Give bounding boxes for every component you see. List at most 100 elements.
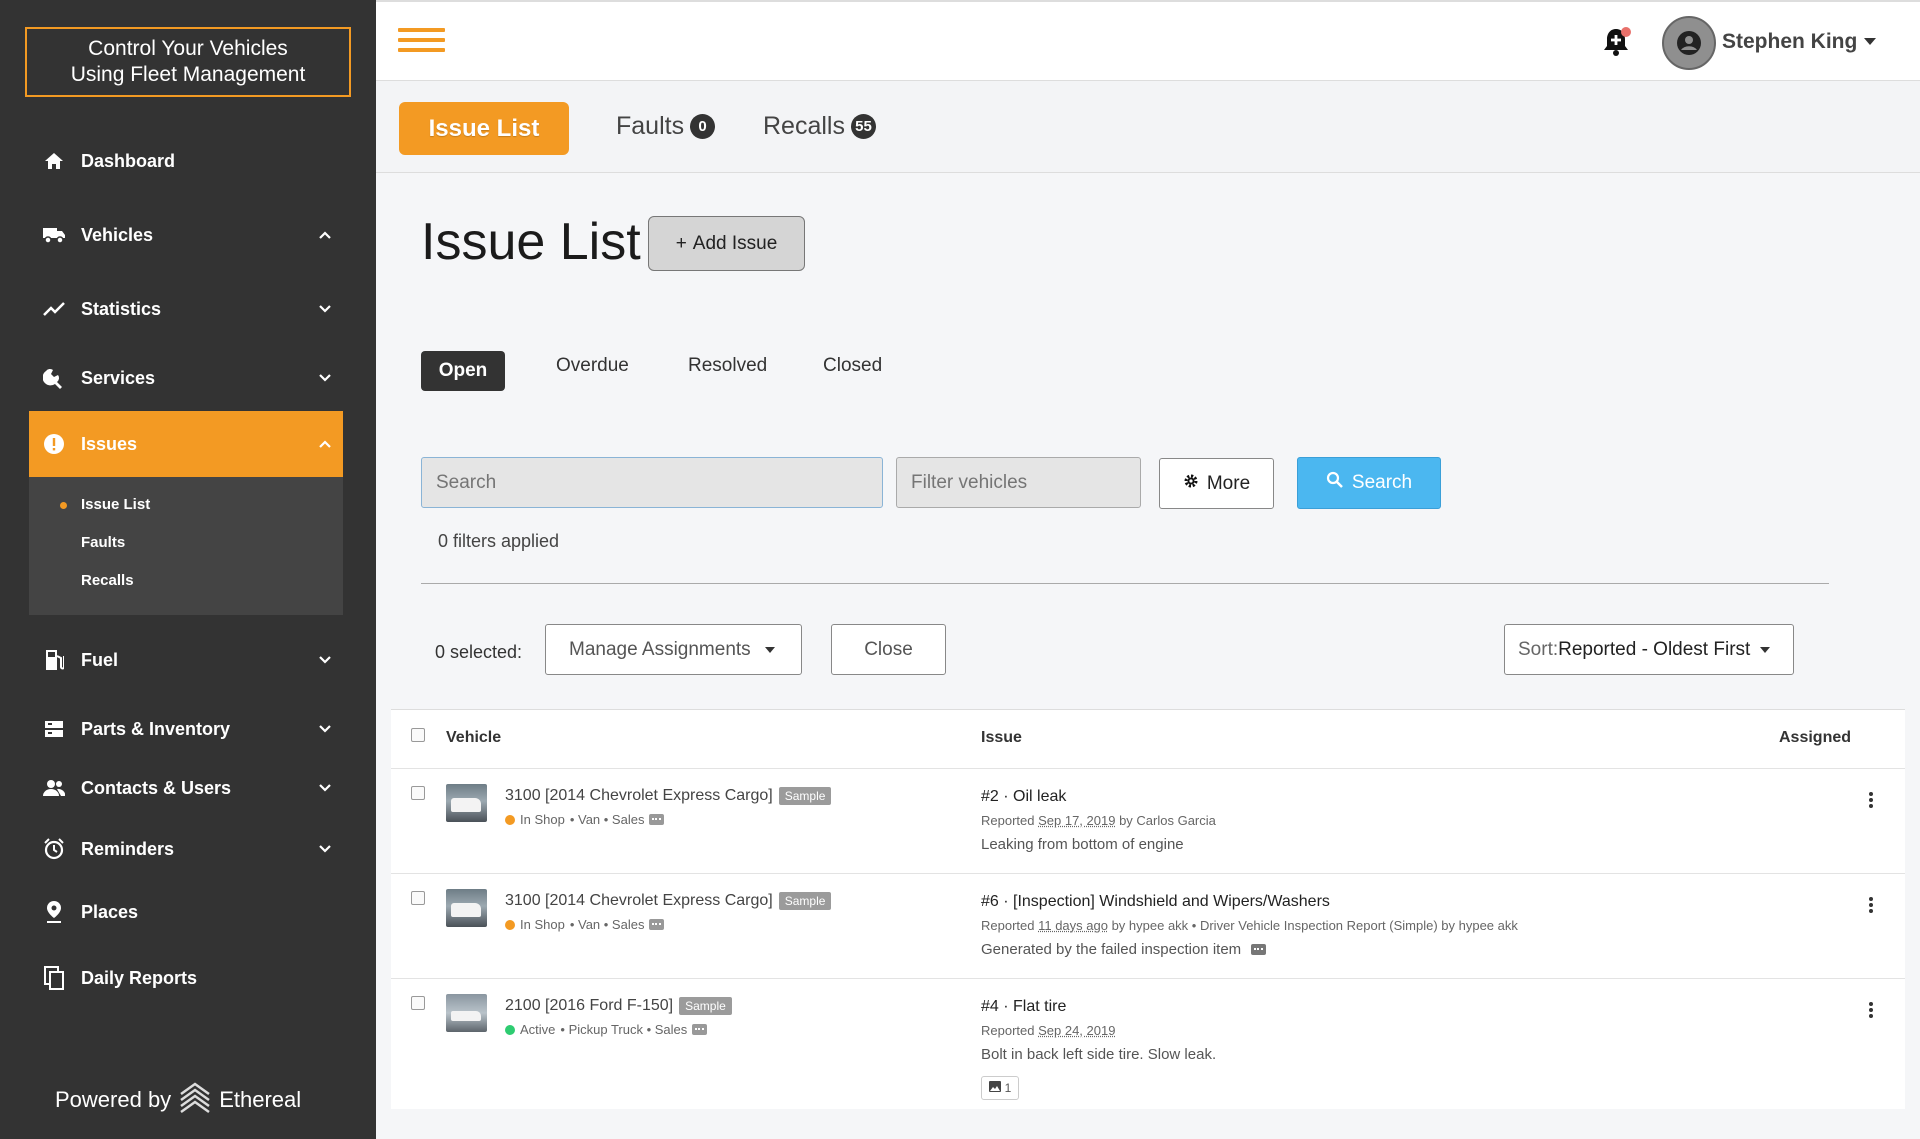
sidebar-item-label: Issues [81, 433, 138, 454]
issue-title[interactable]: #2 · Oil leak [981, 788, 1066, 806]
issue-tabbar: Issue List [376, 81, 1920, 173]
chevron-down-icon [315, 299, 335, 319]
active-dot [60, 502, 67, 509]
status-dot [505, 1024, 515, 1035]
wrench-icon [41, 365, 67, 391]
notification-bell-icon[interactable] [1600, 26, 1632, 58]
search-button[interactable]: Search [1297, 457, 1441, 509]
chevron-up-icon [315, 225, 335, 245]
fuel-pump-icon [41, 647, 67, 673]
tab-issue-list[interactable]: Issue List [399, 102, 569, 155]
users-icon [41, 775, 67, 801]
reported-prefix: Reported [981, 1023, 1039, 1038]
filter-vehicles-input[interactable] [896, 457, 1141, 508]
reported-date: 11 days ago [1038, 918, 1108, 933]
row-actions-kebab-icon[interactable] [1869, 1002, 1873, 1020]
submenu-item-faults[interactable]: Faults [81, 534, 125, 551]
hamburger-menu-icon[interactable] [398, 28, 445, 52]
sidebar-item-label: Reminders [81, 838, 175, 859]
ethereal-logo-icon [179, 1080, 211, 1120]
sidebar-item-label: Fuel [81, 649, 119, 670]
column-header-issue[interactable]: Issue [981, 729, 1022, 747]
tab-label: Recalls [763, 112, 845, 140]
user-name[interactable]: Stephen King [1722, 30, 1857, 54]
sidebar-item-places[interactable]: Places [29, 885, 343, 939]
row-actions-kebab-icon[interactable] [1869, 792, 1873, 810]
sort-value: Reported - Oldest First [1558, 638, 1751, 660]
tab-faults[interactable]: Faults 0 [616, 112, 716, 141]
reported-date: Sep 17, 2019 [1038, 813, 1116, 828]
column-header-assigned[interactable]: Assigned [1779, 729, 1851, 747]
vehicle-meta: Active • Pickup Truck • Sales [505, 1022, 708, 1037]
alert-circle-icon [41, 431, 67, 457]
submenu-item-recalls[interactable]: Recalls [81, 572, 134, 589]
sample-badge: Sample [679, 997, 732, 1015]
select-all-checkbox[interactable] [411, 728, 425, 742]
issue-title[interactable]: #4 · Flat tire [981, 998, 1066, 1016]
avatar[interactable] [1662, 16, 1716, 70]
issue-title[interactable]: #6 · [Inspection] Windshield and Wipers/… [981, 893, 1330, 911]
issue-description-text: Bolt in back left side tire. Slow leak. [981, 1046, 1217, 1063]
sidebar-item-label: Vehicles [81, 224, 154, 245]
filters-applied-text: 0 filters applied [438, 531, 560, 551]
table-row[interactable]: 2100 [2016 Ford F-150] Sample Active • P… [391, 978, 1905, 1110]
sort-dropdown[interactable]: Sort:Reported - Oldest First [1504, 624, 1794, 675]
sidebar-item-parts-inventory[interactable]: Parts & Inventory [29, 702, 343, 756]
page-title: Issue List [421, 213, 641, 271]
row-actions-kebab-icon[interactable] [1869, 897, 1873, 915]
tab-recalls[interactable]: Recalls 55 [763, 112, 876, 141]
issues-submenu: Issue List Faults Recalls [29, 477, 343, 615]
row-checkbox[interactable] [411, 786, 425, 800]
reported-suffix: by Carlos Garcia [1115, 813, 1216, 828]
more-filters-button[interactable]: More [1159, 458, 1274, 509]
sidebar-item-services[interactable]: Services [29, 351, 343, 405]
caret-down-icon [764, 646, 775, 653]
vehicle-name[interactable]: 3100 [2014 Chevrolet Express Cargo] Samp… [505, 787, 832, 805]
issue-description-text: Leaking from bottom of engine [981, 836, 1184, 853]
sample-badge: Sample [778, 787, 832, 805]
sample-badge: Sample [778, 892, 832, 910]
sidebar-item-contacts-users[interactable]: Contacts & Users [29, 761, 343, 815]
vehicle-status: Active [520, 1022, 556, 1037]
chevron-down-icon [315, 719, 335, 739]
row-checkbox[interactable] [411, 996, 425, 1010]
copy-document-icon [41, 965, 67, 991]
submenu-item-issue-list[interactable]: Issue List [60, 496, 150, 513]
photo-attachment-chip[interactable]: 1 [981, 1076, 1019, 1100]
issue-description-text: Generated by the failed inspection item [981, 941, 1242, 958]
sidebar-item-dashboard[interactable]: Dashboard [29, 134, 343, 188]
sidebar-item-statistics[interactable]: Statistics [29, 282, 343, 336]
reported-date: Sep 24, 2019 [1038, 1023, 1116, 1038]
vehicle-name[interactable]: 2100 [2016 Ford F-150] Sample [505, 997, 732, 1015]
selected-count: 0 selected: [435, 642, 523, 662]
sidebar-item-daily-reports[interactable]: Daily Reports [29, 951, 343, 1005]
vehicle-name-text: 2100 [2016 Ford F-150] [505, 997, 674, 1014]
close-issues-button[interactable]: Close [831, 624, 946, 675]
sidebar-item-fuel[interactable]: Fuel [29, 633, 343, 687]
status-tab-resolved[interactable]: Resolved [688, 355, 767, 377]
faults-count-badge: 0 [690, 114, 716, 139]
brand-line-1: Control Your Vehicles [88, 37, 288, 60]
chevron-down-icon [315, 839, 335, 859]
column-header-vehicle[interactable]: Vehicle [446, 729, 501, 747]
comment-icon [649, 814, 665, 825]
add-issue-button[interactable]: + Add Issue [648, 216, 805, 271]
vehicle-name[interactable]: 3100 [2014 Chevrolet Express Cargo] Samp… [505, 892, 832, 910]
status-tab-open[interactable]: Open [421, 351, 505, 391]
vehicle-tags: • Pickup Truck • Sales [560, 1022, 688, 1037]
manage-assignments-dropdown[interactable]: Manage Assignments [545, 624, 802, 675]
vehicle-thumbnail [446, 889, 487, 927]
sidebar-item-issues[interactable]: Issues [29, 411, 343, 477]
search-input[interactable] [421, 457, 883, 508]
chevron-down-icon [315, 778, 335, 798]
sidebar-item-reminders[interactable]: Reminders [29, 822, 343, 876]
status-tab-overdue[interactable]: Overdue [556, 355, 629, 377]
row-checkbox[interactable] [411, 891, 425, 905]
table-row[interactable]: 3100 [2014 Chevrolet Express Cargo] Samp… [391, 768, 1905, 873]
sidebar-item-vehicles[interactable]: Vehicles [29, 208, 343, 262]
status-tab-closed[interactable]: Closed [823, 355, 882, 377]
user-menu-caret-icon[interactable] [1864, 38, 1876, 45]
brand-box: Control Your Vehicles Using Fleet Manage… [25, 27, 351, 97]
table-row[interactable]: 3100 [2014 Chevrolet Express Cargo] Samp… [391, 873, 1905, 978]
map-pin-icon [41, 899, 67, 925]
